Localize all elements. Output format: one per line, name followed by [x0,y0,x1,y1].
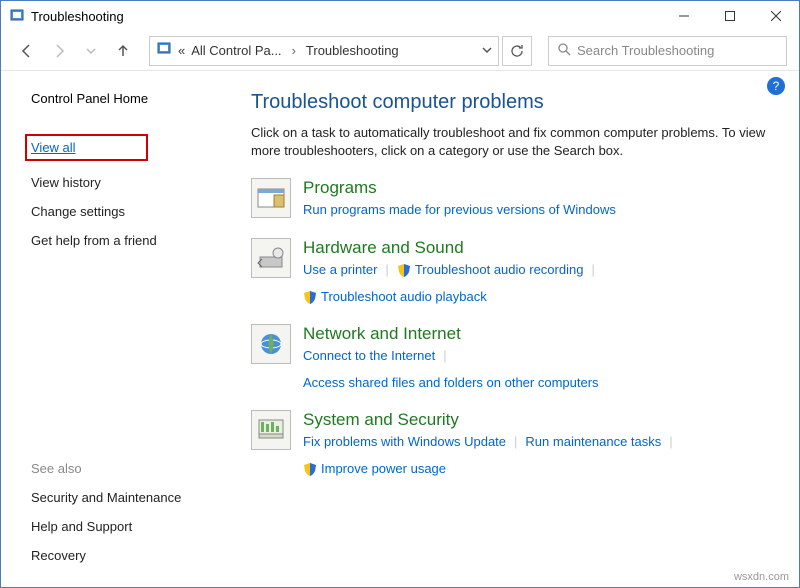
sidebar: Control Panel Home View all View history… [1,71,241,587]
chevron-down-icon[interactable] [482,43,492,58]
back-button[interactable] [13,37,41,65]
category-title[interactable]: System and Security [303,410,779,430]
window-title: Troubleshooting [31,9,124,24]
link-power-usage[interactable]: Improve power usage [321,461,446,476]
refresh-button[interactable] [502,36,532,66]
sidebar-home[interactable]: Control Panel Home [31,91,241,106]
shield-icon [303,290,317,304]
breadcrumb-item[interactable]: Troubleshooting [306,43,399,58]
divider: | [514,434,517,449]
search-input[interactable] [577,43,778,58]
sidebar-view-all[interactable]: View all [25,134,148,161]
see-also-heading: See also [31,461,241,476]
address-bar[interactable]: « All Control Pa... Troubleshooting [149,36,499,66]
breadcrumb-separator [288,43,300,58]
sidebar-get-help[interactable]: Get help from a friend [31,233,241,248]
page-title: Troubleshoot computer problems [251,91,779,114]
see-also-help[interactable]: Help and Support [31,519,241,534]
titlebar: Troubleshooting [1,1,799,31]
divider: | [443,348,446,363]
link-run-programs[interactable]: Run programs made for previous versions … [303,202,616,217]
search-icon [557,42,571,59]
breadcrumb-item[interactable]: All Control Pa... [191,43,281,58]
link-audio-playback[interactable]: Troubleshoot audio playback [321,289,487,304]
sidebar-change-settings[interactable]: Change settings [31,204,241,219]
see-also-security[interactable]: Security and Maintenance [31,490,241,505]
category-title[interactable]: Programs [303,178,779,198]
link-use-printer[interactable]: Use a printer [303,262,377,277]
see-also-recovery[interactable]: Recovery [31,548,241,563]
link-audio-recording[interactable]: Troubleshoot audio recording [415,262,584,277]
toolbar: « All Control Pa... Troubleshooting [1,31,799,71]
link-maintenance[interactable]: Run maintenance tasks [525,434,661,449]
window-controls [661,1,799,31]
close-button[interactable] [753,1,799,31]
search-box[interactable] [548,36,787,66]
help-icon[interactable]: ? [767,77,785,95]
programs-icon [251,178,291,218]
minimize-button[interactable] [661,1,707,31]
link-shared-files[interactable]: Access shared files and folders on other… [303,375,599,390]
app-icon [9,8,25,24]
category-hardware: Hardware and Sound Use a printer | Troubl… [251,238,779,304]
up-button[interactable] [109,37,137,65]
divider: | [591,262,594,277]
breadcrumb-prefix: « [178,43,185,58]
category-network: Network and Internet Connect to the Inte… [251,324,779,390]
body: Control Panel Home View all View history… [1,71,799,587]
divider: | [385,262,388,277]
main-content: Troubleshoot computer problems Click on … [241,71,799,587]
hardware-icon [251,238,291,278]
link-connect-internet[interactable]: Connect to the Internet [303,348,435,363]
category-system: System and Security Fix problems with Wi… [251,410,779,476]
watermark: wsxdn.com [734,571,789,583]
window: Troubleshooting « All Control Pa... Trou… [0,0,800,588]
system-icon [251,410,291,450]
maximize-button[interactable] [707,1,753,31]
link-windows-update[interactable]: Fix problems with Windows Update [303,434,506,449]
recent-button[interactable] [77,37,105,65]
category-title[interactable]: Hardware and Sound [303,238,779,258]
sidebar-view-history[interactable]: View history [31,175,241,190]
category-programs: Programs Run programs made for previous … [251,178,779,218]
page-description: Click on a task to automatically trouble… [251,124,779,160]
divider: | [669,434,672,449]
category-title[interactable]: Network and Internet [303,324,779,344]
shield-icon [303,462,317,476]
network-icon [251,324,291,364]
address-icon [156,41,172,60]
forward-button[interactable] [45,37,73,65]
shield-icon [397,263,411,277]
